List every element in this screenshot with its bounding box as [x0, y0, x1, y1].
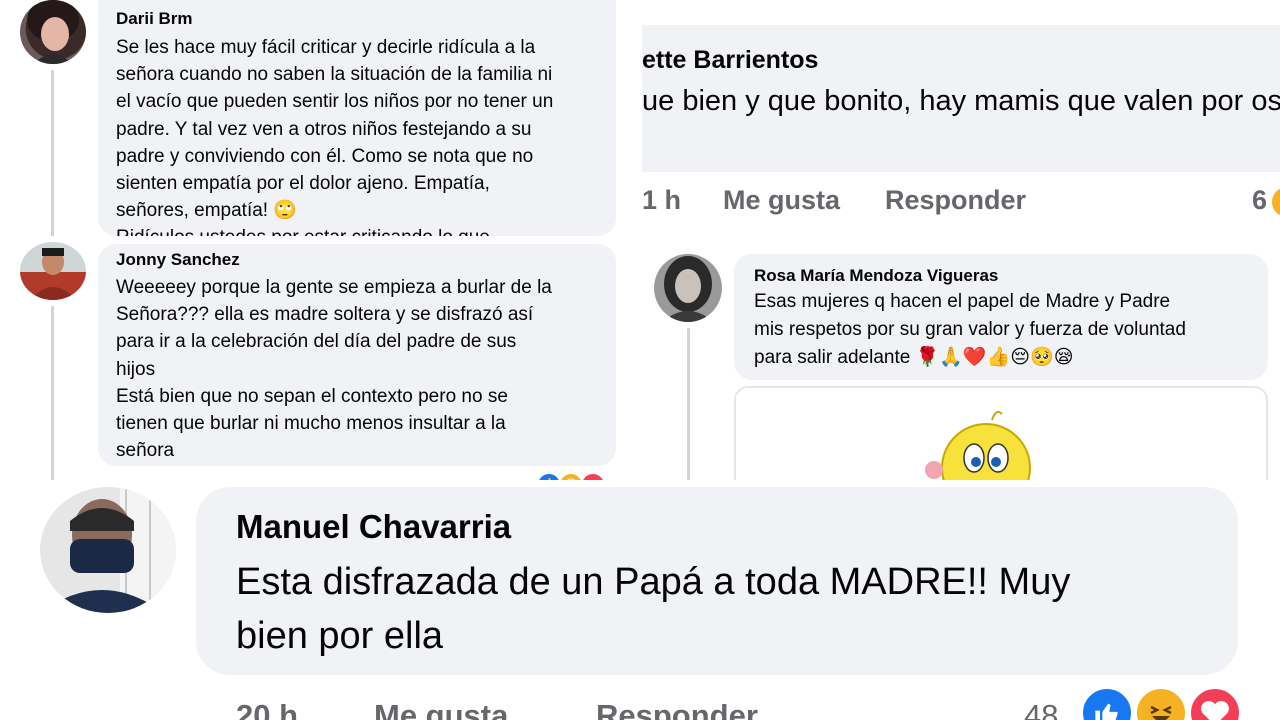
- reply-link[interactable]: Responder: [885, 185, 1026, 216]
- like-link[interactable]: Me gusta: [723, 185, 840, 216]
- comment-barrientos: ette Barrientos ue bien y que bonito, ha…: [642, 25, 1280, 243]
- love-reaction-icon: ♥: [580, 472, 606, 480]
- comment-rosa: Rosa María Mendoza Vigueras Esas mujeres…: [642, 246, 1280, 480]
- sticker-attachment[interactable]: [734, 386, 1268, 480]
- comment-bubble: Rosa María Mendoza Vigueras Esas mujeres…: [734, 254, 1268, 380]
- reaction-count[interactable]: 6: [1252, 185, 1267, 216]
- like-reaction-icon: [1080, 686, 1134, 720]
- comment-time[interactable]: 20 h: [236, 698, 298, 720]
- avatar[interactable]: [20, 0, 86, 64]
- comment-text: Esta disfrazada de un Papá a toda MADRE!…: [236, 561, 1071, 657]
- reaction-group[interactable]: 👍 😆 ♥: [536, 472, 616, 480]
- thread-line: [51, 70, 54, 236]
- haha-reaction-icon: [1272, 187, 1280, 217]
- comment-text: ue bien y que bonito, hay mamis que vale…: [642, 85, 1280, 117]
- avatar[interactable]: [20, 242, 86, 300]
- comment-manuel: Manuel Chavarria Esta disfrazada de un P…: [0, 484, 1280, 720]
- comment-author[interactable]: Manuel Chavarria: [236, 505, 1198, 549]
- comment-author[interactable]: Darii Brm: [116, 8, 598, 30]
- haha-reaction-icon: [1134, 686, 1188, 720]
- thread-line: [687, 328, 690, 480]
- avatar[interactable]: [654, 254, 722, 322]
- love-reaction-icon: [1188, 686, 1242, 720]
- comment-darii: Darii Brm Se les hace muy fácil criticar…: [0, 0, 640, 236]
- reply-link[interactable]: Responder: [596, 698, 758, 720]
- tweety-sticker-icon: [925, 411, 1031, 480]
- reaction-count[interactable]: 48: [1024, 698, 1058, 720]
- comment-text: Esas mujeres q hacen el papel de Madre y…: [754, 291, 1186, 368]
- comment-bubble: ette Barrientos ue bien y que bonito, ha…: [642, 25, 1280, 172]
- comment-author[interactable]: Jonny Sanchez: [116, 248, 598, 272]
- thread-line: [51, 306, 54, 480]
- comment-bubble: Manuel Chavarria Esta disfrazada de un P…: [196, 487, 1238, 675]
- comment-jonny: Jonny Sanchez Weeeeey porque la gente se…: [0, 240, 640, 480]
- comment-bubble: Jonny Sanchez Weeeeey porque la gente se…: [98, 244, 616, 466]
- comment-author[interactable]: ette Barrientos: [642, 43, 1280, 77]
- avatar[interactable]: [40, 487, 176, 613]
- comment-text: Weeeeey porque la gente se empieza a bur…: [116, 277, 552, 462]
- comment-time[interactable]: 1 h: [642, 185, 681, 216]
- comment-text: Se les hace muy fácil criticar y decirle…: [116, 37, 554, 236]
- comment-author[interactable]: Rosa María Mendoza Vigueras: [754, 264, 1248, 288]
- like-link[interactable]: Me gusta: [374, 698, 508, 720]
- reaction-group[interactable]: [1080, 686, 1250, 720]
- comment-bubble: Darii Brm Se les hace muy fácil criticar…: [98, 0, 616, 236]
